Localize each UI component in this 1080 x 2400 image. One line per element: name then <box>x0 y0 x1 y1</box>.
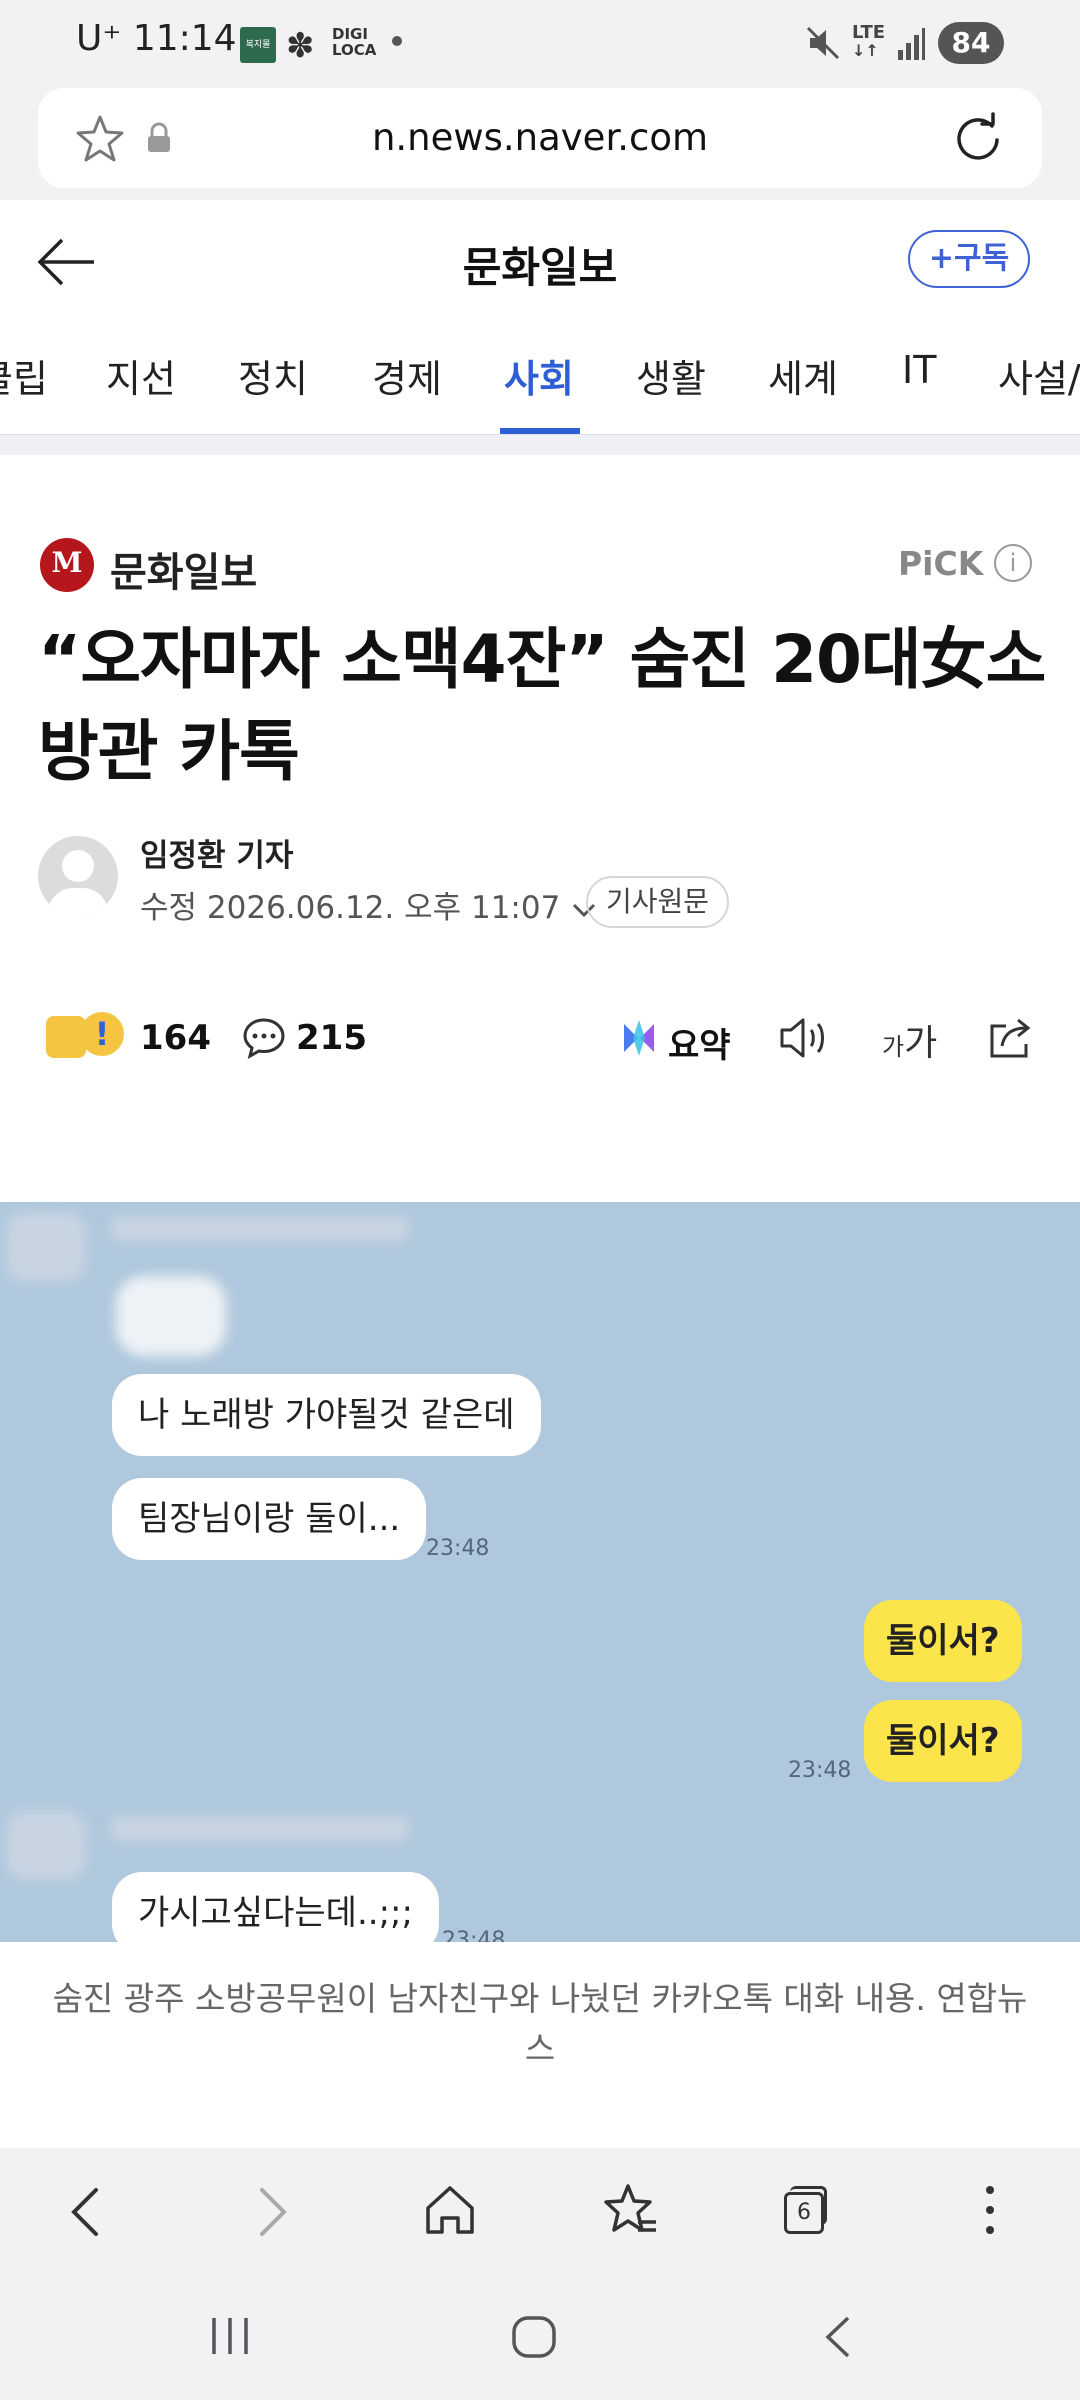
reaction-count[interactable]: 164 <box>140 1018 211 1058</box>
system-back-icon[interactable] <box>820 2314 856 2360</box>
chat-timestamp: 23:48 <box>788 1758 852 1783</box>
info-icon[interactable]: i <box>994 544 1032 582</box>
summary-button[interactable]: 요약 <box>668 1018 731 1067</box>
tab-economy[interactable]: 경제 <box>372 348 442 403</box>
image-caption: 숨진 광주 소방공무원이 남자친구와 나눴던 카카오톡 대화 내용. 연합뉴스 <box>52 1979 1028 2068</box>
blurred-message <box>116 1276 226 1356</box>
chat-message-left: 가시고싶다는데..;;; <box>112 1872 439 1942</box>
signal-icon <box>898 28 925 60</box>
divider <box>0 434 1080 455</box>
comment-count[interactable]: 215 <box>296 1018 367 1058</box>
digi-loca-icon: DIGI LOCA <box>332 26 376 58</box>
app-badge-text: 복지몰 <box>245 40 271 50</box>
tab-world[interactable]: 세계 <box>768 348 838 403</box>
chat-message-right: 둘이서? <box>864 1700 1022 1782</box>
tabs-button[interactable]: 6 <box>784 2186 827 2234</box>
browser-bottom-bar: 6 <box>0 2148 1080 2274</box>
pick-label: PiCK <box>898 544 984 583</box>
network-type: LTE <box>852 22 886 43</box>
tab-local-election[interactable]: 지선 <box>106 348 176 403</box>
bookmarks-icon[interactable] <box>602 2182 660 2238</box>
blurred-avatar <box>6 1212 86 1282</box>
tab-society[interactable]: 사회 <box>504 348 574 403</box>
article-header: 문화일보 +구독 <box>0 200 1080 324</box>
app-notification-icon: 복지몰 <box>240 27 276 63</box>
surprise-emoji-icon[interactable]: ! <box>80 1012 124 1056</box>
original-article-button[interactable]: 기사원문 <box>586 876 730 928</box>
chat-message-right: 둘이서? <box>864 1600 1022 1682</box>
status-time: U⁺ 11:14 <box>76 18 237 59</box>
comment-icon[interactable] <box>242 1016 286 1060</box>
section-tabs: 클립 지선 정치 경제 사회 생활 세계 IT 사설/ <box>0 324 1080 434</box>
tab-editorial[interactable]: 사설/ <box>998 348 1080 403</box>
tab-life[interactable]: 생활 <box>636 348 706 403</box>
tab-politics[interactable]: 정치 <box>238 348 308 403</box>
tab-count: 6 <box>784 2192 824 2234</box>
blurred-sender-name <box>110 1216 410 1242</box>
press-logo[interactable]: M <box>40 538 94 592</box>
flower-notification-icon: ✽ <box>286 26 315 66</box>
clock: 11:14 <box>132 18 237 59</box>
more-menu-icon[interactable] <box>984 2184 996 2238</box>
chat-timestamp: 23:48 <box>442 1928 506 1942</box>
avatar[interactable] <box>38 836 118 916</box>
battery-level: 84 <box>951 26 991 59</box>
subscribe-button[interactable]: +구독 <box>908 230 1030 288</box>
browser-toolbar: n.news.naver.com <box>0 88 1080 200</box>
battery-indicator: 84 <box>938 22 1004 64</box>
home-icon[interactable] <box>422 2182 478 2238</box>
system-home-icon[interactable] <box>510 2314 558 2360</box>
url-text[interactable]: n.news.naver.com <box>38 116 1042 159</box>
text-to-speech-icon[interactable] <box>778 1016 834 1060</box>
browser-back-icon[interactable] <box>66 2186 106 2238</box>
press-logo-letter: M <box>51 546 83 579</box>
font-size-large: 가 <box>904 1023 938 1064</box>
font-size-button[interactable]: 가가 <box>882 1014 937 1066</box>
more-notifications-dot <box>392 36 402 46</box>
article-headline: “오자마자 소맥4잔” 숨진 20대女소방관 카톡 <box>38 621 1046 790</box>
font-size-small: 가 <box>882 1033 905 1061</box>
avatar-body <box>48 888 108 916</box>
article-image[interactable]: 나 노래방 가야될것 같은데 팀장님이랑 둘이... 23:48 둘이서? 둘이… <box>0 1202 1080 1942</box>
tab-clip[interactable]: 클립 <box>0 348 48 403</box>
chat-message-left: 나 노래방 가야될것 같은데 <box>112 1374 541 1456</box>
tab-it[interactable]: IT <box>902 348 936 392</box>
blurred-sender-name <box>110 1816 410 1842</box>
date-text: 수정 2026.06.12. 오후 11:07 <box>140 890 561 926</box>
reporter-name[interactable]: 임정환 기자 <box>140 830 293 875</box>
browser-forward-icon[interactable] <box>252 2186 292 2238</box>
reload-icon[interactable] <box>952 112 1004 164</box>
article-date[interactable]: 수정 2026.06.12. 오후 11:07 <box>140 882 598 927</box>
avatar-head <box>62 850 94 882</box>
ai-summary-icon[interactable] <box>620 1018 658 1058</box>
address-bar[interactable]: n.news.naver.com <box>38 88 1042 188</box>
chat-timestamp: 23:48 <box>426 1536 490 1561</box>
digi-line-2: LOCA <box>332 41 377 59</box>
press-name[interactable]: 문화일보 <box>110 540 257 598</box>
lte-indicator: LTE ↓↑ <box>852 22 886 60</box>
status-bar: U⁺ 11:14 복지몰 ✽ DIGI LOCA LTE ↓↑ 84 <box>0 0 1080 88</box>
carrier-label: U⁺ <box>76 18 122 59</box>
digi-line-1: DIGI <box>332 25 368 43</box>
chat-message-left: 팀장님이랑 둘이... <box>112 1478 427 1560</box>
blurred-avatar <box>6 1810 86 1880</box>
share-icon[interactable] <box>986 1016 1034 1060</box>
mute-icon <box>806 26 840 60</box>
system-nav-bar <box>0 2274 1080 2400</box>
recent-apps-icon[interactable] <box>208 2314 254 2358</box>
